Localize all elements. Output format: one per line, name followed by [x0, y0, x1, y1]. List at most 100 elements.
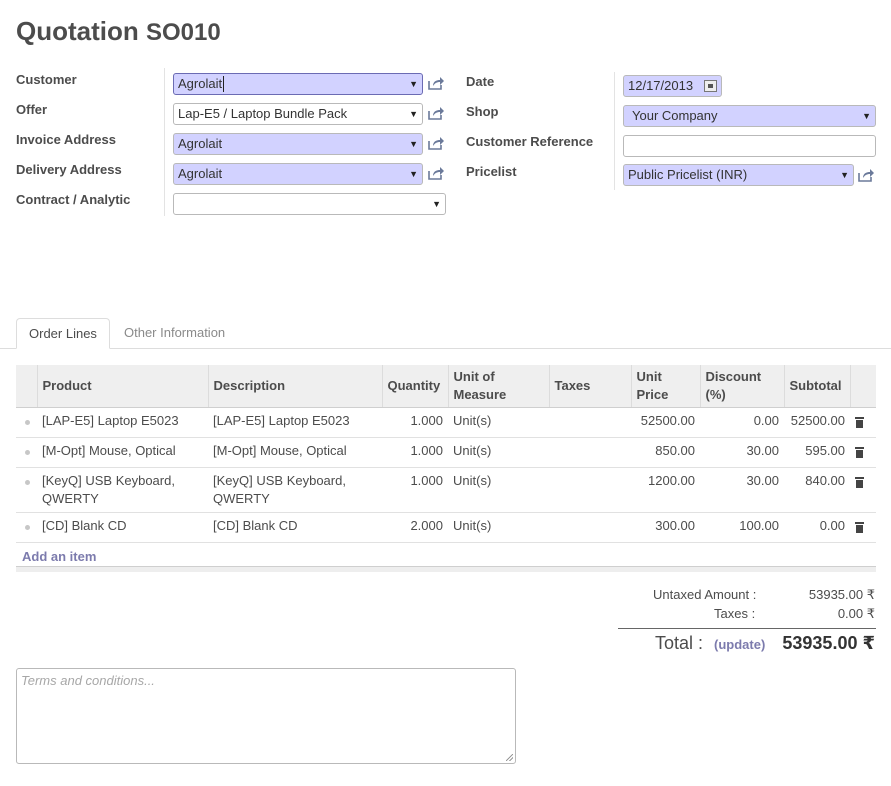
trash-icon[interactable] — [855, 417, 864, 428]
total-value: 53935.00 ₹ — [782, 633, 875, 653]
dropdown-arrow-icon[interactable]: ▼ — [862, 108, 871, 124]
col-handle — [16, 365, 37, 408]
cell-discount[interactable]: 30.00 — [700, 437, 784, 468]
customer-reference-label: Customer Reference — [466, 134, 594, 149]
drag-handle-icon[interactable] — [25, 420, 30, 425]
cell-discount[interactable]: 0.00 — [700, 407, 784, 438]
terms-placeholder: Terms and conditions... — [21, 673, 155, 688]
cell-uom[interactable]: Unit(s) — [448, 407, 549, 438]
tab-order-lines[interactable]: Order Lines — [16, 318, 110, 349]
cell-unit-price[interactable]: 1200.00 — [631, 467, 700, 513]
cell-unit-price[interactable]: 850.00 — [631, 437, 700, 468]
col-subtotal[interactable]: Subtotal — [783, 365, 850, 408]
dropdown-arrow-icon[interactable]: ▼ — [409, 136, 418, 152]
table-row[interactable]: [LAP-E5] Laptop E5023 [LAP-E5] Laptop E5… — [16, 407, 876, 438]
customer-label: Customer — [16, 72, 77, 87]
trash-icon[interactable] — [855, 447, 864, 458]
add-item-link[interactable]: Add an item — [22, 549, 96, 564]
terms-and-conditions-textarea[interactable]: Terms and conditions... — [16, 668, 516, 764]
cell-description[interactable]: [M-Opt] Mouse, Optical — [208, 437, 382, 468]
invoice-address-field[interactable]: Agrolait ▼ — [173, 133, 423, 155]
cell-uom[interactable]: Unit(s) — [448, 437, 549, 468]
dropdown-arrow-icon[interactable]: ▼ — [432, 196, 441, 212]
table-header-row: Product Description Quantity Unit of Meas… — [16, 365, 876, 408]
cell-quantity[interactable]: 1.000 — [382, 467, 448, 513]
untaxed-amount-label: Untaxed Amount : — [653, 587, 757, 602]
dropdown-arrow-icon[interactable]: ▼ — [409, 106, 418, 122]
date-field[interactable]: 12/17/2013 — [623, 75, 722, 97]
untaxed-amount-value: 53935.00 ₹ — [808, 587, 875, 602]
cell-description[interactable]: [LAP-E5] Laptop E5023 — [208, 407, 382, 438]
col-description[interactable]: Description — [207, 365, 382, 408]
pricelist-field[interactable]: Public Pricelist (INR) ▼ — [623, 164, 854, 186]
cell-uom[interactable]: Unit(s) — [448, 512, 549, 543]
left-form-separator — [164, 68, 165, 216]
shop-field[interactable]: Your Company ▼ — [623, 105, 876, 127]
customer-field[interactable]: Agrolait ▼ — [173, 73, 423, 95]
cell-quantity[interactable]: 1.000 — [382, 437, 448, 468]
table-row[interactable]: [M-Opt] Mouse, Optical [M-Opt] Mouse, Op… — [16, 437, 876, 468]
cell-description[interactable]: [KeyQ] USB Keyboard, QWERTY — [208, 467, 382, 513]
dropdown-arrow-icon[interactable]: ▼ — [409, 76, 418, 92]
row-handle[interactable] — [16, 437, 37, 468]
col-unit-price[interactable]: Unit Price — [630, 365, 700, 408]
cell-subtotal: 840.00 — [784, 467, 850, 513]
external-link-icon[interactable] — [428, 106, 444, 120]
cell-product[interactable]: [KeyQ] USB Keyboard, QWERTY — [37, 467, 208, 513]
cell-taxes[interactable] — [549, 437, 631, 468]
cell-quantity[interactable]: 2.000 — [382, 512, 448, 543]
col-product[interactable]: Product — [36, 365, 208, 408]
delivery-address-field[interactable]: Agrolait ▼ — [173, 163, 423, 185]
cell-quantity[interactable]: 1.000 — [382, 407, 448, 438]
dropdown-arrow-icon[interactable]: ▼ — [409, 166, 418, 182]
row-handle[interactable] — [16, 407, 37, 438]
cell-product[interactable]: [LAP-E5] Laptop E5023 — [37, 407, 208, 438]
cell-unit-price[interactable]: 52500.00 — [631, 407, 700, 438]
drag-handle-icon[interactable] — [25, 525, 30, 530]
offer-field[interactable]: Lap-E5 / Laptop Bundle Pack ▼ — [173, 103, 423, 125]
cell-unit-price[interactable]: 300.00 — [631, 512, 700, 543]
cell-description[interactable]: [CD] Blank CD — [208, 512, 382, 543]
cell-discount[interactable]: 100.00 — [700, 512, 784, 543]
drag-handle-icon[interactable] — [25, 480, 30, 485]
cell-subtotal: 52500.00 — [784, 407, 850, 438]
pricelist-label: Pricelist — [466, 164, 517, 179]
contract-analytic-field[interactable]: ▼ — [173, 193, 446, 215]
external-link-icon[interactable] — [428, 166, 444, 180]
cell-product[interactable]: [M-Opt] Mouse, Optical — [37, 437, 208, 468]
cell-product[interactable]: [CD] Blank CD — [37, 512, 208, 543]
row-handle[interactable] — [16, 467, 37, 513]
col-discount[interactable]: Discount (%) — [699, 365, 784, 408]
external-link-icon[interactable] — [428, 136, 444, 150]
tab-other-information[interactable]: Other Information — [112, 318, 237, 349]
col-taxes[interactable]: Taxes — [548, 365, 631, 408]
cell-delete[interactable] — [850, 512, 876, 543]
offer-label: Offer — [16, 102, 48, 117]
customer-reference-field[interactable] — [623, 135, 876, 157]
cell-taxes[interactable] — [549, 467, 631, 513]
resize-grip-icon[interactable] — [506, 754, 513, 761]
col-unit-of-measure[interactable]: Unit of Measure — [447, 365, 549, 408]
cell-delete[interactable] — [850, 407, 876, 438]
cell-uom[interactable]: Unit(s) — [448, 467, 549, 513]
cell-delete[interactable] — [850, 467, 876, 513]
cell-discount[interactable]: 30.00 — [700, 467, 784, 513]
col-actions — [849, 365, 876, 408]
trash-icon[interactable] — [855, 477, 864, 488]
cell-delete[interactable] — [850, 437, 876, 468]
row-handle[interactable] — [16, 512, 37, 543]
external-link-icon[interactable] — [858, 168, 874, 182]
drag-handle-icon[interactable] — [25, 450, 30, 455]
external-link-icon[interactable] — [428, 76, 444, 90]
trash-icon[interactable] — [855, 522, 864, 533]
cell-taxes[interactable] — [549, 512, 631, 543]
update-link[interactable]: (update) — [714, 637, 765, 652]
table-row[interactable]: [KeyQ] USB Keyboard, QWERTY [KeyQ] USB Ke… — [16, 467, 876, 513]
dropdown-arrow-icon[interactable]: ▼ — [840, 167, 849, 183]
table-footer — [16, 566, 876, 572]
cell-taxes[interactable] — [549, 407, 631, 438]
col-quantity[interactable]: Quantity — [381, 365, 448, 408]
calendar-icon[interactable] — [704, 80, 717, 92]
table-row[interactable]: [CD] Blank CD [CD] Blank CD 2.000 Unit(s… — [16, 512, 876, 543]
right-form-separator — [614, 72, 615, 190]
